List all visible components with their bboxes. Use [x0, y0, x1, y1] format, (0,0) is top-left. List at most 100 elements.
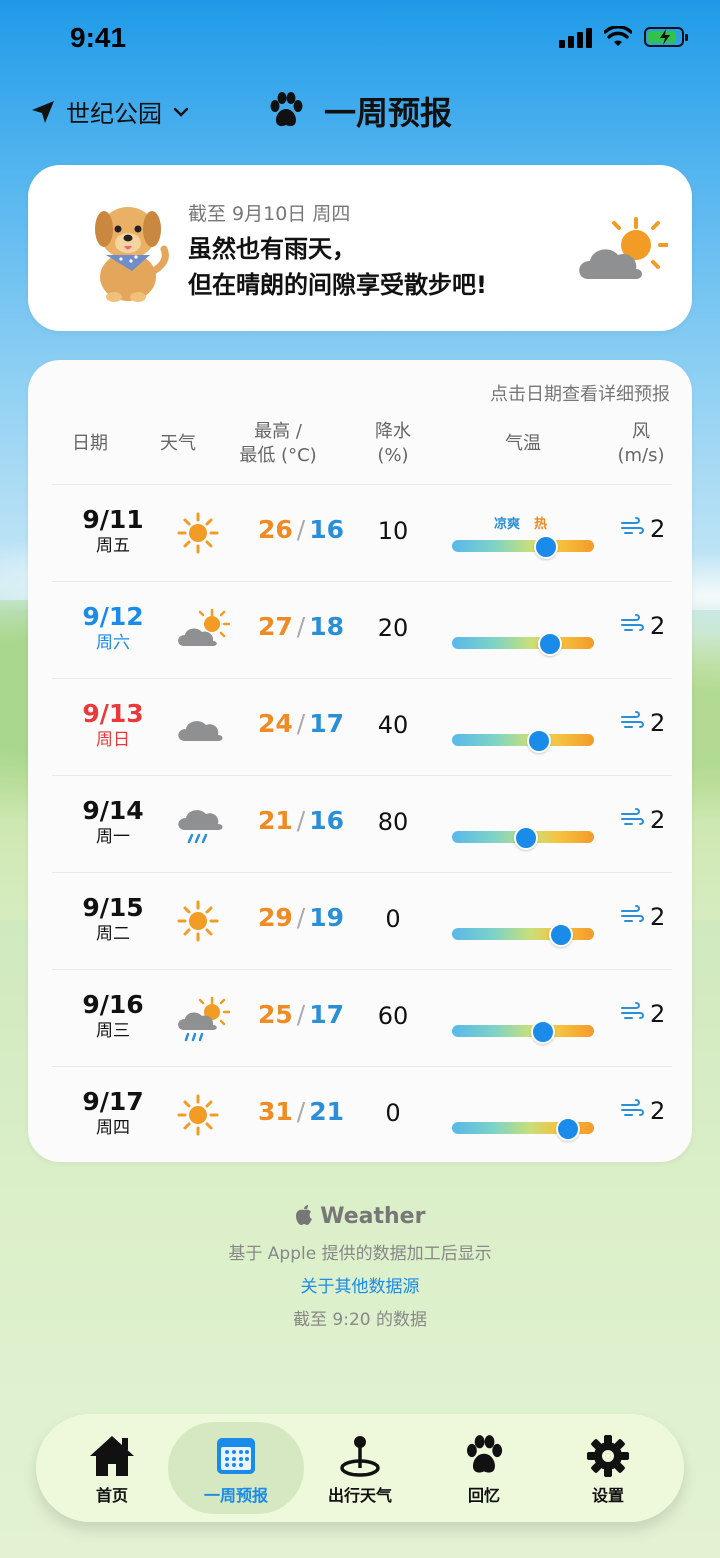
temp-gauge — [452, 1117, 594, 1141]
battery-icon — [644, 27, 688, 47]
forecast-row[interactable]: 9/11 周五 26/16 10 凉爽热 2 — [52, 484, 672, 581]
forecast-row[interactable]: 9/16 周三 25/17 60 2 — [52, 969, 672, 1066]
row-high: 24 — [257, 709, 293, 738]
temp-gauge-marker — [533, 535, 558, 559]
weather-brand-text: Weather — [320, 1204, 426, 1229]
row-wind: 2 — [620, 709, 665, 737]
row-wind-value: 2 — [650, 1097, 666, 1125]
row-weekday: 周四 — [96, 1118, 130, 1138]
row-weekday: 周三 — [96, 1021, 130, 1041]
row-high: 27 — [257, 612, 293, 641]
temp-gauge — [452, 535, 594, 559]
signal-icon — [559, 26, 592, 48]
calendar-icon — [217, 1438, 255, 1474]
sunny-icon — [176, 899, 230, 945]
row-low: 17 — [309, 1000, 345, 1029]
temp-gauge — [452, 923, 594, 947]
row-weekday: 周六 — [96, 633, 130, 653]
row-temps: 31/21 — [246, 1097, 356, 1126]
row-low: 16 — [309, 806, 345, 835]
row-date-cell[interactable]: 9/14 周一 — [58, 796, 168, 848]
summary-message: 虽然也有雨天， 但在晴朗的间隙享受散步吧! — [188, 235, 487, 299]
tab-weekly-forecast[interactable]: 一周预报 — [168, 1422, 304, 1514]
row-low: 17 — [309, 709, 345, 738]
forecast-row[interactable]: 9/14 周一 21/16 80 2 — [52, 775, 672, 872]
row-date-cell[interactable]: 9/17 周四 — [58, 1087, 168, 1139]
temp-gauge — [452, 632, 594, 656]
attribution: Weather 基于 Apple 提供的数据加工后显示 关于其他数据源 截至 9… — [0, 1204, 720, 1330]
status-time: 9:41 — [70, 22, 127, 53]
tab-travel-weather-label: 出行天气 — [327, 1486, 392, 1505]
row-date: 9/16 — [82, 990, 144, 1019]
forecast-row[interactable]: 9/17 周四 31/21 0 2 — [52, 1066, 672, 1163]
page-title: 一周预报 — [324, 94, 453, 132]
row-date: 9/13 — [82, 699, 144, 728]
row-weekday: 周二 — [96, 924, 130, 944]
row-wind: 2 — [620, 1097, 665, 1125]
gauge-legend-hot: 热 — [534, 517, 548, 532]
row-date-cell[interactable]: 9/12 周六 — [58, 602, 168, 654]
row-high: 26 — [257, 515, 293, 544]
tab-home[interactable]: 首页 — [44, 1422, 180, 1514]
other-sources-link[interactable]: 关于其他数据源 — [0, 1272, 720, 1297]
partly-cloudy-icon — [579, 217, 668, 279]
row-date-cell[interactable]: 9/15 周二 — [58, 893, 168, 945]
summary-as-of: 截至 9月10日 周四 — [188, 203, 351, 225]
cloudy-icon — [176, 705, 230, 751]
wifi-icon — [604, 26, 632, 46]
attribution-line2: 截至 9:20 的数据 — [293, 1310, 427, 1330]
tab-memories[interactable]: 回忆 — [416, 1422, 552, 1514]
tab-travel-weather[interactable]: 出行天气 — [292, 1422, 428, 1514]
forecast-row[interactable]: 9/15 周二 29/19 0 2 — [52, 872, 672, 969]
row-wind: 2 — [620, 903, 665, 931]
row-wind-value: 2 — [650, 515, 666, 543]
row-wind: 2 — [620, 806, 665, 834]
tab-settings[interactable]: 设置 — [540, 1422, 676, 1514]
temp-gauge-marker — [556, 1117, 581, 1141]
temp-gauge-marker — [526, 729, 551, 753]
column-gauge: 气温 — [505, 433, 541, 454]
house-icon — [90, 1436, 134, 1476]
tab-home-label: 首页 — [95, 1486, 128, 1505]
row-date: 9/11 — [82, 505, 144, 534]
column-weather: 天气 — [160, 433, 196, 454]
forecast-row[interactable]: 9/12 周六 27/18 20 2 — [52, 581, 672, 678]
page-title-group: 一周预报 — [266, 88, 452, 134]
tab-weekly-forecast-label: 一周预报 — [203, 1486, 268, 1505]
row-rain: 80 — [377, 808, 409, 836]
row-wind: 2 — [620, 612, 665, 640]
row-wind: 2 — [620, 515, 665, 543]
forecast-card: 点击日期查看详细预报 日期 天气 最高 / 最低 (°C) 降水 (%) 气温 … — [28, 360, 692, 1162]
row-temps: 25/17 — [246, 1000, 356, 1029]
attribution-line1: 基于 Apple 提供的数据加工后显示 — [228, 1244, 492, 1264]
paw-icon — [270, 92, 303, 127]
status-icons — [559, 26, 688, 48]
row-slash: / — [296, 1000, 306, 1029]
wind-icon — [620, 612, 646, 640]
row-high: 21 — [257, 806, 293, 835]
forecast-row[interactable]: 9/13 周日 24/17 40 2 — [52, 678, 672, 775]
row-rain: 60 — [377, 1002, 409, 1030]
wind-icon — [620, 903, 646, 931]
column-temp-line2: 最低 (°C) — [239, 445, 317, 466]
row-date-cell[interactable]: 9/11 周五 — [58, 505, 168, 557]
row-slash: / — [296, 903, 306, 932]
row-temps: 21/16 — [246, 806, 356, 835]
column-temp-line1: 最高 / — [254, 421, 302, 442]
wind-icon — [620, 1097, 646, 1125]
row-slash: / — [296, 612, 306, 641]
location-arrow-icon — [32, 100, 54, 123]
row-date-cell[interactable]: 9/16 周三 — [58, 990, 168, 1042]
wind-icon — [620, 709, 646, 737]
column-temp: 最高 / 最低 (°C) — [218, 420, 338, 468]
temp-gauge-marker — [530, 1020, 555, 1044]
chevron-down-icon — [173, 107, 189, 117]
map-pin-icon — [340, 1436, 380, 1477]
wind-icon — [620, 1000, 646, 1028]
row-rain: 40 — [377, 711, 409, 739]
wind-icon — [620, 515, 646, 543]
location-selector[interactable]: 世纪公园 — [30, 94, 190, 129]
tab-settings-label: 设置 — [591, 1486, 624, 1505]
row-date-cell[interactable]: 9/13 周日 — [58, 699, 168, 751]
gear-icon — [587, 1435, 629, 1477]
